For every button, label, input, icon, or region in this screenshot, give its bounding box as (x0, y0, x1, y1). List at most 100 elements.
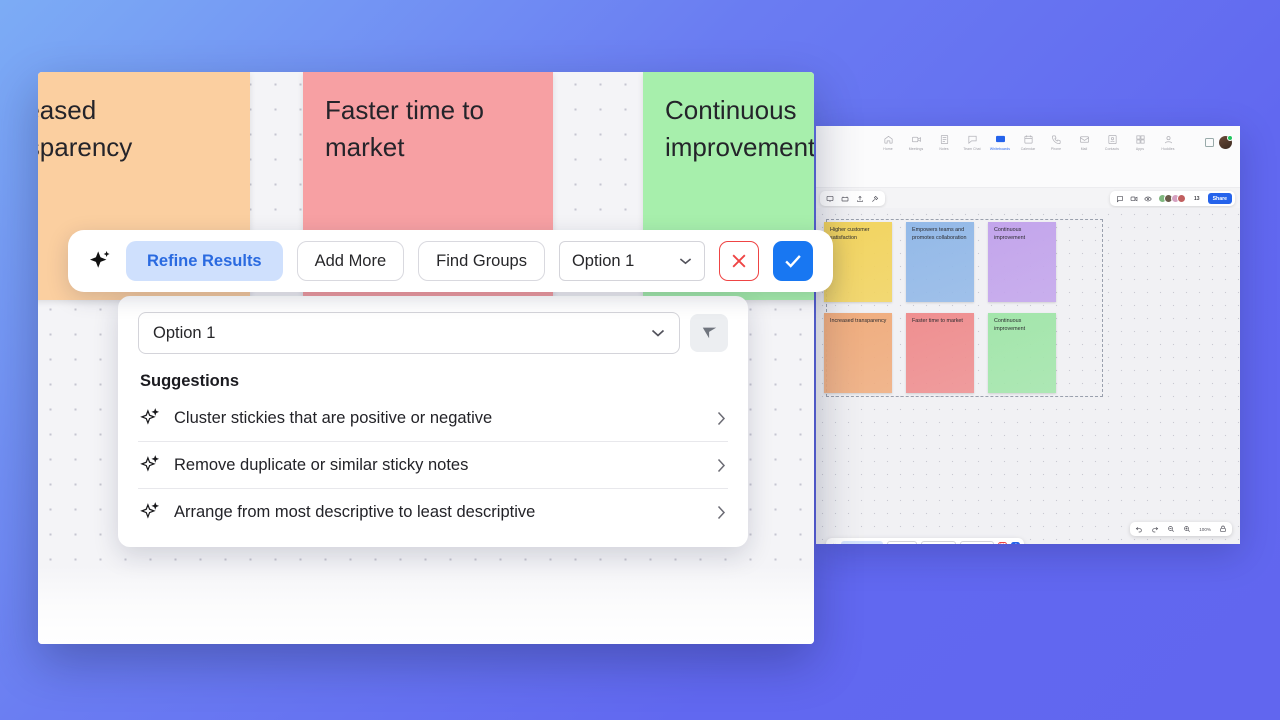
option-select[interactable]: Option 1 (558, 241, 705, 281)
note-icon (940, 135, 948, 144)
nav-item-whiteboards[interactable]: Whiteboards (986, 134, 1014, 151)
mini-find-groups-button[interactable]: Find Groups (920, 540, 957, 544)
chevron-down-icon (651, 329, 665, 337)
mini-ai-toolbar: Refine Results Add More Find Groups Opti… (826, 538, 1024, 544)
check-icon (785, 255, 801, 268)
suggestion-label: Arrange from most descriptive to least d… (174, 502, 536, 521)
nav-item-mail[interactable]: Mail (1070, 134, 1098, 151)
share-button[interactable]: Share (1207, 193, 1232, 204)
sparkle-icon (140, 455, 160, 472)
refine-results-button[interactable]: Refine Results (126, 241, 283, 281)
mini-refine-results-button[interactable]: Refine Results (841, 540, 883, 544)
nav-item-calendar[interactable]: Calendar (1014, 134, 1042, 151)
chevron-right-icon (717, 411, 726, 425)
nav-item-meetings[interactable]: Meetings (902, 134, 930, 151)
canvas-right-tools: 13 Share (1109, 191, 1235, 206)
apps-icon (1135, 135, 1145, 144)
chat-bubble-icon (967, 135, 977, 144)
suggestions-top-row: Option 1 (138, 312, 728, 354)
video-camera-icon (911, 136, 921, 143)
suggestion-label: Cluster stickies that are positive or ne… (174, 408, 493, 427)
mini-zoom-controls: 100% (1130, 522, 1232, 536)
video-icon[interactable] (1130, 195, 1138, 203)
close-icon (732, 254, 746, 268)
settings-wrench-icon[interactable] (871, 195, 879, 203)
canvas-bottom-fade (38, 566, 814, 644)
ai-action-toolbar: Refine Results Add More Find Groups Opti… (68, 230, 833, 292)
nav-item-label: Whiteboards (989, 147, 1011, 151)
nav-item-label: Phone (1050, 147, 1062, 151)
export-icon[interactable] (856, 195, 864, 203)
sparkle-icon (140, 408, 160, 425)
nav-item-team-chat[interactable]: Team Chat (958, 134, 986, 151)
nav-item-apps[interactable]: Apps (1126, 134, 1154, 151)
user-avatar[interactable] (1219, 135, 1233, 149)
sparkle-icon (90, 251, 110, 268)
add-more-button[interactable]: Add More (296, 241, 405, 281)
mini-sticky-note[interactable]: Empowers teams and promotes collaboratio… (906, 222, 974, 302)
nav-item-phone[interactable]: Phone (1042, 134, 1070, 151)
nav-item-label: Notes (939, 147, 949, 151)
mini-confirm-button[interactable]: ✓ (1010, 541, 1020, 544)
nav-item-label: Contacts (1104, 147, 1120, 151)
home-icon (883, 135, 893, 144)
nav-item-label: Apps (1135, 147, 1145, 151)
avatar (1177, 194, 1187, 203)
nav-item-label: Team Chat (963, 147, 981, 151)
whiteboard-icon (995, 135, 1005, 143)
undo-icon[interactable] (1135, 525, 1143, 533)
participant-count: 13 (1194, 195, 1200, 202)
mini-option-select[interactable]: Option 1 (960, 540, 994, 544)
nav-right-cluster (1205, 135, 1233, 149)
layout-toggle-icon[interactable] (1205, 138, 1214, 147)
frames-icon[interactable] (841, 195, 849, 203)
mini-sticky-note[interactable]: Higher customer satisfaction (824, 222, 892, 302)
zoom-in-icon[interactable] (1183, 525, 1191, 533)
nav-item-label: Home (883, 147, 893, 151)
suggestion-item[interactable]: Remove duplicate or similar sticky notes (138, 442, 728, 489)
zoom-out-icon[interactable] (1167, 525, 1175, 533)
cancel-button[interactable] (718, 241, 759, 281)
redo-icon[interactable] (1151, 525, 1159, 533)
nav-item-contacts[interactable]: Contacts (1098, 134, 1126, 151)
suggestions-heading: Suggestions (140, 372, 240, 390)
chevron-right-icon (717, 458, 726, 472)
zoom-level-label: 100% (1199, 526, 1211, 532)
comment-icon[interactable] (1116, 195, 1124, 203)
mini-cancel-button[interactable]: ✕ (997, 541, 1007, 544)
mail-icon (1079, 136, 1089, 143)
lock-icon[interactable] (1219, 525, 1227, 533)
nav-item-label: Meetings (908, 147, 924, 151)
find-groups-button[interactable]: Find Groups (418, 241, 545, 281)
mini-sticky-note[interactable]: Continuous improvement (988, 222, 1056, 302)
present-icon[interactable] (826, 195, 834, 203)
canvas-toolbar-row: 13 Share (816, 188, 1240, 208)
participant-avatars[interactable] (1157, 194, 1187, 203)
mini-sticky-note[interactable]: Faster time to market (906, 313, 974, 393)
nav-item-label: Huddles (1161, 147, 1175, 151)
send-button[interactable] (690, 314, 728, 352)
mini-add-more-button[interactable]: Add More (886, 540, 917, 544)
mini-sticky-note[interactable]: Continuous improvement (988, 313, 1056, 393)
mini-sticky-note[interactable]: Increased transparency (824, 313, 892, 393)
nav-item-notes[interactable]: Notes (930, 134, 958, 151)
mini-whiteboard-canvas[interactable]: Higher customer satisfaction Empowers tea… (816, 208, 1240, 544)
suggestion-item[interactable]: Arrange from most descriptive to least d… (138, 489, 728, 535)
chevron-right-icon (717, 505, 726, 519)
contacts-icon (1107, 135, 1117, 144)
sparkle-icon (140, 502, 160, 519)
suggestion-item[interactable]: Cluster stickies that are positive or ne… (138, 395, 728, 442)
send-icon (702, 327, 716, 338)
nav-item-huddles[interactable]: Huddles (1154, 134, 1182, 151)
canvas-left-tools (820, 191, 885, 206)
eye-icon[interactable] (1143, 195, 1152, 203)
nav-item-home[interactable]: Home (874, 134, 902, 151)
app-top-navigation: Home Meetings Notes Team Chat Whiteboards Cal… (816, 126, 1240, 188)
whiteboard-app-window: Home Meetings Notes Team Chat Whiteboards Cal… (816, 126, 1240, 544)
suggestions-panel: Option 1 Suggestions Cluster stickies th… (118, 296, 748, 547)
suggestion-label: Remove duplicate or similar sticky notes (174, 455, 469, 474)
suggestions-option-select[interactable]: Option 1 (138, 312, 680, 354)
nav-items: Home Meetings Notes Team Chat Whiteboards Cal… (874, 134, 1182, 151)
confirm-button[interactable] (772, 241, 813, 281)
suggestions-option-value: Option 1 (153, 323, 216, 342)
